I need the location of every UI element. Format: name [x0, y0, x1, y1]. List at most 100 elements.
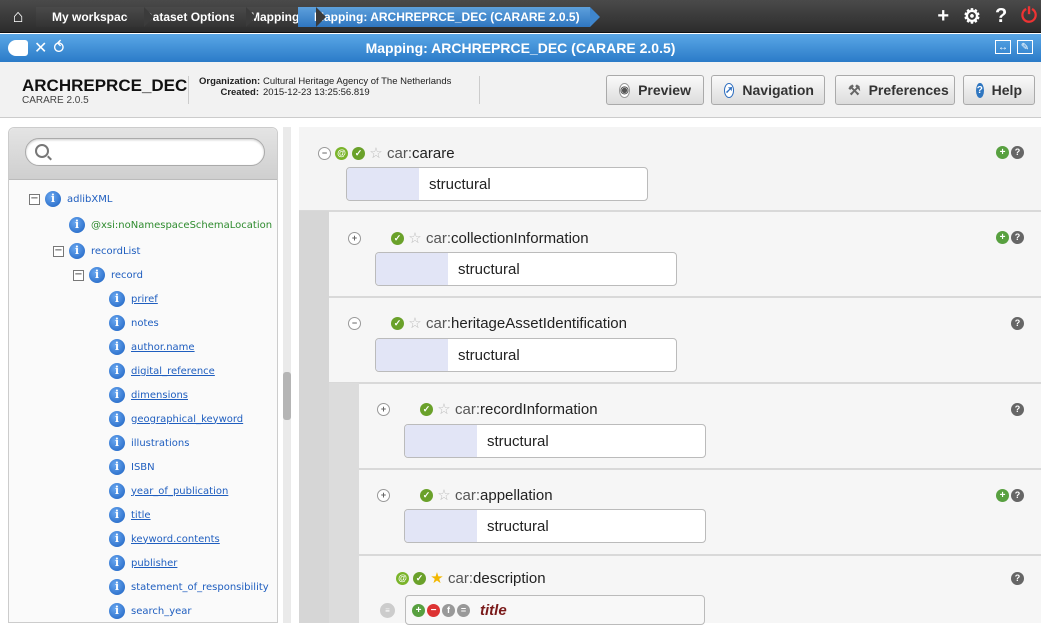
mapping-node[interactable]: + ✓ ☆ car:collectionInformation — [348, 228, 589, 248]
mapping-node[interactable]: − @ ✓ ☆ car:carare — [318, 143, 455, 163]
tree-node[interactable]: i search_year — [109, 602, 192, 620]
info-icon[interactable]: i — [109, 387, 125, 403]
info-icon[interactable]: i — [109, 555, 125, 571]
help-button[interactable]: ? Help — [963, 75, 1035, 105]
tree-node[interactable]: − i recordList — [53, 242, 140, 260]
edit-icon[interactable]: ✎ — [1017, 40, 1033, 54]
attribute-icon[interactable]: @ — [396, 571, 409, 585]
info-icon[interactable]: i — [109, 363, 125, 379]
star-icon[interactable]: ☆ — [408, 229, 422, 247]
function-icon[interactable]: f — [442, 603, 455, 617]
info-icon[interactable]: i — [109, 411, 125, 427]
tree-node-label[interactable]: priref — [131, 294, 158, 305]
star-icon[interactable]: ☆ — [408, 314, 422, 332]
tree-node[interactable]: i geographical_keyword — [109, 410, 243, 428]
tree-node-label[interactable]: search_year — [131, 606, 192, 617]
info-icon[interactable]: i — [109, 315, 125, 331]
gear-icon[interactable]: ⚙ — [963, 4, 981, 29]
tree-node[interactable]: i publisher — [109, 554, 177, 572]
tree-scrollbar-thumb[interactable] — [283, 372, 291, 420]
structural-box[interactable]: structural — [404, 424, 706, 458]
tree-node-label[interactable]: record — [111, 270, 143, 281]
remove-icon[interactable]: − — [427, 603, 440, 617]
tree-node-label[interactable]: author.name — [131, 342, 195, 353]
structural-box[interactable]: structural — [404, 509, 706, 543]
list-icon[interactable]: ≡ — [380, 603, 395, 618]
add-icon[interactable]: + — [412, 603, 425, 617]
preferences-button[interactable]: ⚒ Preferences — [835, 75, 955, 105]
add-icon[interactable]: + — [996, 231, 1009, 244]
check-icon[interactable]: ✓ — [420, 402, 433, 416]
expand-icon[interactable]: + — [377, 402, 390, 416]
tree-node[interactable]: i notes — [109, 314, 159, 332]
check-icon[interactable]: ✓ — [352, 146, 365, 160]
check-icon[interactable]: ✓ — [420, 488, 433, 502]
info-icon[interactable]: i — [109, 531, 125, 547]
preview-button[interactable]: ◉ Preview — [606, 75, 704, 105]
tree-node-label[interactable]: statement_of_responsibility — [131, 582, 269, 593]
home-icon[interactable]: ⌂ — [0, 0, 36, 33]
tree-node-label[interactable]: notes — [131, 318, 159, 329]
info-icon[interactable]: i — [109, 435, 125, 451]
info-icon[interactable]: i — [109, 507, 125, 523]
info-icon[interactable]: i — [109, 579, 125, 595]
tree-node[interactable]: i statement_of_responsibility — [109, 578, 269, 596]
info-icon[interactable]: i — [69, 217, 85, 233]
tree-node-label[interactable]: adlibXML — [67, 194, 112, 205]
collapse-toggle-icon[interactable]: − — [73, 269, 84, 281]
tree-node[interactable]: i ISBN — [109, 458, 155, 476]
add-icon[interactable]: + — [937, 5, 949, 28]
condition-icon[interactable]: = — [457, 603, 470, 617]
tree-node-label[interactable]: year_of_publication — [131, 486, 228, 497]
tree-node-label[interactable]: title — [131, 510, 151, 521]
help-icon[interactable]: ? — [1011, 146, 1024, 159]
tree-node-label[interactable]: recordList — [91, 246, 140, 257]
attribute-icon[interactable]: @ — [335, 146, 348, 160]
structural-box[interactable]: structural — [375, 252, 677, 286]
tree-node-label[interactable]: @xsi:noNamespaceSchemaLocation — [91, 220, 272, 231]
tree-node[interactable]: i @xsi:noNamespaceSchemaLocation — [69, 216, 272, 234]
star-icon[interactable]: ☆ — [437, 486, 451, 504]
info-icon[interactable]: i — [109, 603, 125, 619]
star-icon[interactable]: ☆ — [369, 144, 383, 162]
structural-box[interactable]: structural — [346, 167, 648, 201]
tree-node[interactable]: i illustrations — [109, 434, 189, 452]
tree-node-label[interactable]: illustrations — [131, 438, 189, 449]
expand-icon[interactable]: + — [348, 231, 361, 245]
help-icon[interactable]: ? — [1011, 403, 1024, 416]
tree-node[interactable]: i title — [109, 506, 151, 524]
tree-node[interactable]: − i adlibXML — [29, 190, 112, 208]
expand-icon[interactable]: + — [377, 488, 390, 502]
star-icon[interactable]: ★ — [430, 569, 444, 587]
tree-node[interactable]: i author.name — [109, 338, 195, 356]
info-icon[interactable]: i — [109, 291, 125, 307]
check-icon[interactable]: ✓ — [391, 231, 404, 245]
info-icon[interactable]: i — [89, 267, 105, 283]
help-icon[interactable]: ? — [1011, 231, 1024, 244]
resize-icon[interactable]: ↔ — [995, 40, 1011, 54]
collapse-toggle-icon[interactable]: − — [53, 245, 64, 257]
structural-box[interactable]: structural — [375, 338, 677, 372]
add-icon[interactable]: + — [996, 146, 1009, 159]
tree-node-label[interactable]: dimensions — [131, 390, 188, 401]
tree-node-label[interactable]: publisher — [131, 558, 177, 569]
help-icon[interactable]: ? — [1011, 572, 1024, 585]
info-icon[interactable]: i — [69, 243, 85, 259]
help-icon[interactable]: ? — [995, 5, 1007, 28]
tree-node[interactable]: i digital_reference — [109, 362, 215, 380]
check-icon[interactable]: ✓ — [413, 571, 426, 585]
search-input[interactable] — [25, 138, 265, 166]
mapping-node[interactable]: @ ✓ ★ car:description — [396, 568, 546, 588]
star-icon[interactable]: ☆ — [437, 400, 451, 418]
add-icon[interactable]: + — [996, 489, 1009, 502]
mapping-node[interactable]: + ✓ ☆ car:appellation — [377, 485, 553, 505]
tree-node-label[interactable]: keyword.contents — [131, 534, 220, 545]
navigation-button[interactable]: ➚ Navigation — [711, 75, 825, 105]
tree-node-label[interactable]: ISBN — [131, 462, 155, 473]
collapse-toggle-icon[interactable]: − — [29, 193, 40, 205]
tree-node-label[interactable]: digital_reference — [131, 366, 215, 377]
value-mapping-box[interactable]: + − f = title — [405, 595, 705, 625]
collapse-icon[interactable]: − — [348, 316, 361, 330]
help-icon[interactable]: ? — [1011, 489, 1024, 502]
tree-node-label[interactable]: geographical_keyword — [131, 414, 243, 425]
